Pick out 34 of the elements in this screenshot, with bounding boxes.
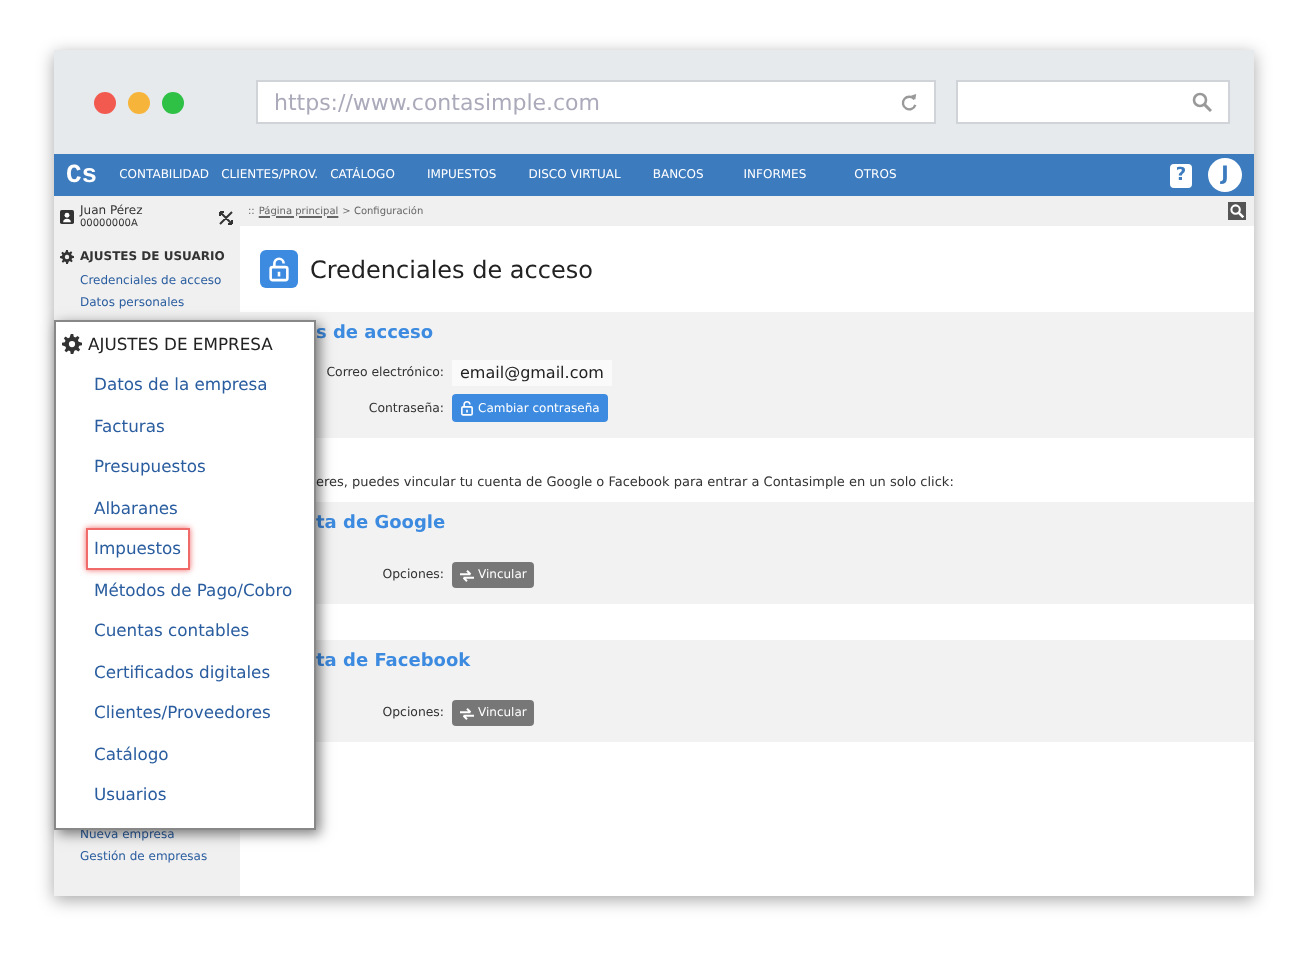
menu-item[interactable]: Impuestos	[86, 528, 190, 569]
menu-item[interactable]: Presupuestos	[86, 446, 214, 487]
page-title: Credenciales de acceso	[310, 255, 593, 283]
user-avatar[interactable]: J	[1208, 158, 1242, 192]
section-title: ta de Facebook	[314, 652, 473, 672]
menu-item[interactable]: Catálogo	[86, 733, 177, 774]
user-card-icon	[60, 210, 74, 224]
reload-icon[interactable]	[900, 93, 918, 111]
search-field[interactable]	[956, 80, 1230, 124]
logo[interactable]: Cs	[66, 160, 98, 190]
menu-item[interactable]: Datos de la empresa	[86, 364, 276, 405]
swap-icon	[460, 707, 474, 719]
swap-icon	[460, 569, 474, 581]
lock-icon	[460, 400, 474, 416]
menu-item[interactable]: Facturas	[86, 405, 173, 446]
search-icon[interactable]	[1192, 92, 1212, 112]
help-button[interactable]: ?	[1170, 163, 1192, 187]
collapse-icon[interactable]	[218, 209, 234, 225]
section-title: ta de Google	[314, 514, 448, 534]
email-field[interactable]: email@gmail.com	[452, 360, 612, 386]
menu-item[interactable]: Métodos de Pago/Cobro	[86, 569, 301, 610]
close-dot[interactable]	[94, 91, 116, 113]
minimize-dot[interactable]	[128, 91, 150, 113]
lock-icon	[260, 250, 298, 288]
menu-heading: AJUSTES DE EMPRESA	[88, 334, 273, 354]
menu-item[interactable]: Clientes/Proveedores	[86, 692, 279, 733]
search-button[interactable]	[1228, 202, 1246, 220]
menu-item[interactable]: Usuarios	[86, 774, 175, 815]
menu-item[interactable]: Albaranes	[86, 487, 186, 528]
maximize-dot[interactable]	[162, 91, 184, 113]
menu-item[interactable]: Certificados digitales	[86, 651, 279, 692]
menu-item[interactable]: Cuentas contables	[86, 610, 258, 651]
gear-icon	[62, 334, 82, 354]
gear-icon	[60, 250, 74, 264]
